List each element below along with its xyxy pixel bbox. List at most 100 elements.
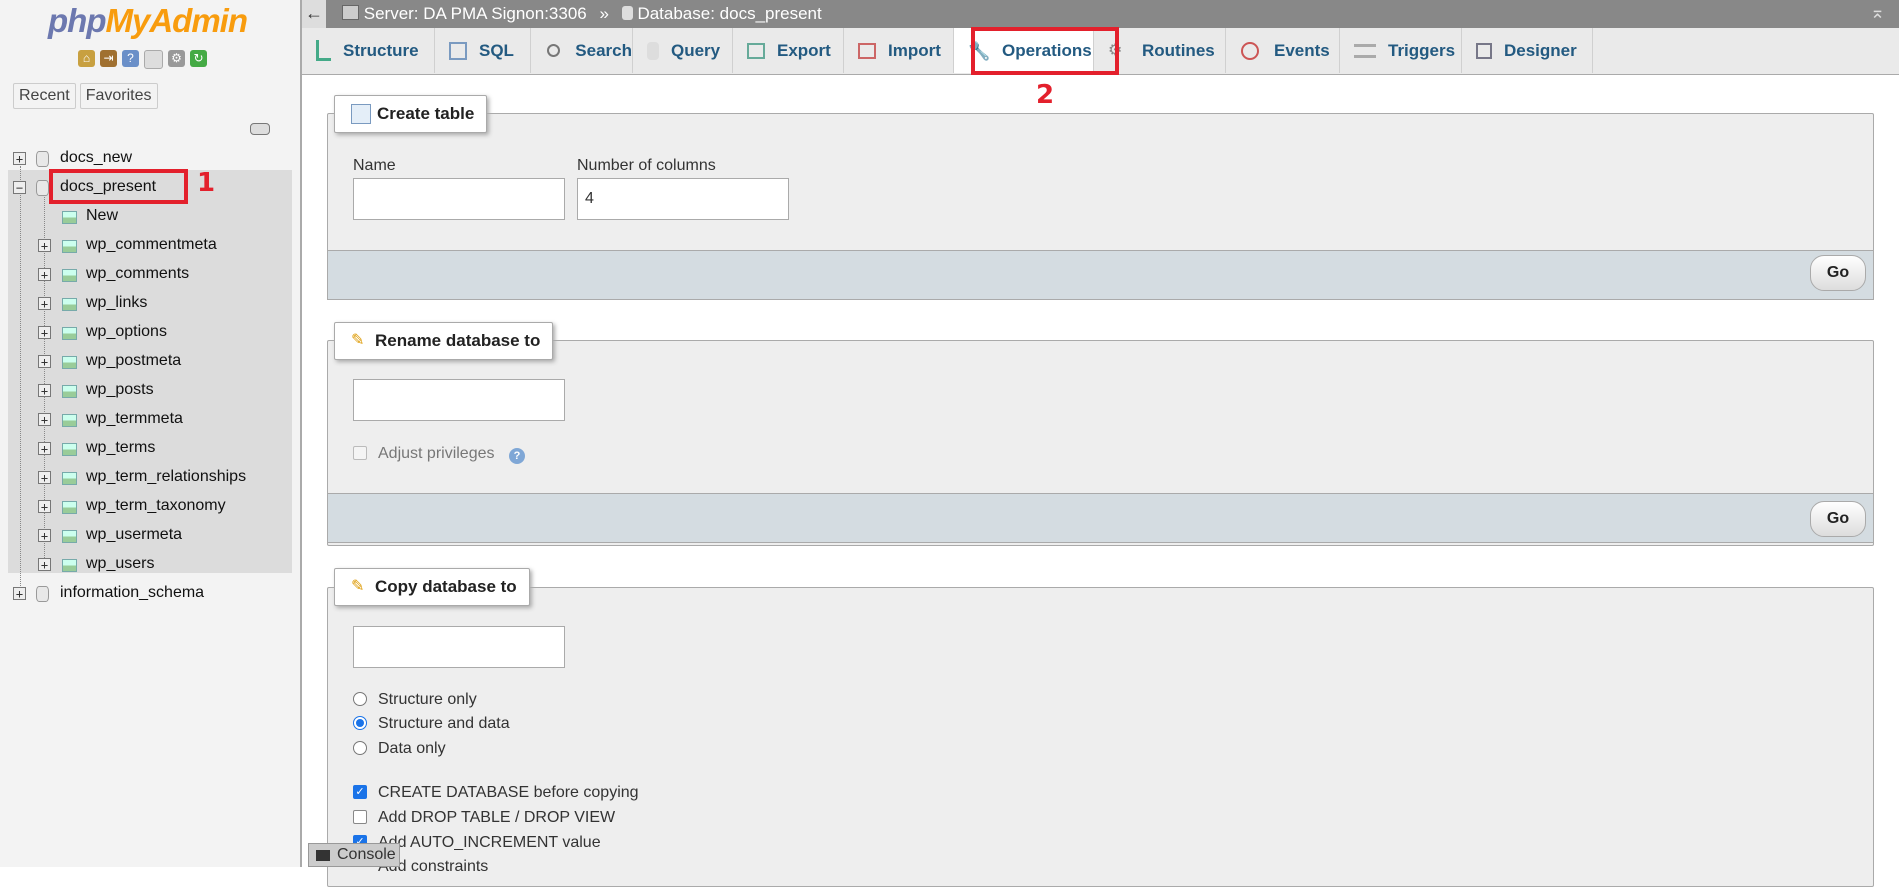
import-icon <box>858 42 876 59</box>
expand-icon[interactable]: + <box>38 326 51 339</box>
rename-db-go-button[interactable]: Go <box>1810 501 1866 537</box>
copy-db-input[interactable] <box>353 626 565 668</box>
tree-item-label[interactable]: wp_postmeta <box>86 352 181 370</box>
expand-icon[interactable]: + <box>38 384 51 397</box>
expand-icon[interactable]: + <box>38 442 51 455</box>
table-icon <box>62 443 77 456</box>
tree-table-item[interactable]: + wp_termmeta <box>0 406 300 434</box>
create-database-checkbox[interactable]: ✓ <box>353 785 367 799</box>
tree-item-label[interactable]: docs_new <box>60 149 132 167</box>
console-toggle[interactable]: Console <box>308 843 400 867</box>
tab-events[interactable]: Events <box>1226 28 1340 73</box>
collapse-icon[interactable]: − <box>13 181 26 194</box>
designer-icon <box>1476 42 1492 59</box>
breadcrumb-database[interactable]: Database: docs_present <box>637 4 821 23</box>
tree-table-item[interactable]: + wp_usermeta <box>0 522 300 550</box>
tree-item-label[interactable]: wp_commentmeta <box>86 236 217 254</box>
table-icon <box>62 559 77 572</box>
breadcrumb-separator: » <box>599 4 609 23</box>
pencil-icon: ✎ <box>351 578 365 595</box>
tree-table-item[interactable]: + wp_posts <box>0 377 300 405</box>
expand-icon[interactable]: + <box>38 500 51 513</box>
tree-db-item[interactable]: + information_schema <box>0 580 300 608</box>
tree-item-label[interactable]: wp_term_taxonomy <box>86 497 226 515</box>
search-icon <box>545 42 563 60</box>
tree-item-label[interactable]: wp_links <box>86 294 147 312</box>
tab-designer[interactable]: Designer <box>1462 28 1593 73</box>
tree-item-label[interactable]: wp_users <box>86 555 154 573</box>
favorites-tab[interactable]: Favorites <box>79 83 158 109</box>
tree-item-label[interactable]: wp_usermeta <box>86 526 182 544</box>
server-icon <box>342 5 359 20</box>
help-icon[interactable]: ? <box>122 50 139 67</box>
num-columns-input[interactable]: 4 <box>577 178 789 220</box>
tree-table-item[interactable]: + wp_commentmeta <box>0 232 300 260</box>
tree-new-item[interactable]: New <box>0 203 300 231</box>
collapse-sidebar-icon[interactable]: ← <box>302 0 326 28</box>
reload-icon[interactable]: ↻ <box>190 50 207 67</box>
create-table-legend: Create table <box>334 95 488 133</box>
expand-icon[interactable]: + <box>38 355 51 368</box>
expand-icon[interactable]: + <box>38 413 51 426</box>
collapse-topbar-icon[interactable]: ⌅ <box>1870 2 1885 23</box>
tree-item-label[interactable]: wp_options <box>86 323 167 341</box>
radio-structure-only[interactable] <box>353 692 367 706</box>
tree-table-item[interactable]: + wp_options <box>0 319 300 347</box>
tree-table-item[interactable]: + wp_users <box>0 551 300 579</box>
num-columns-label: Number of columns <box>577 157 716 174</box>
radio-data-only[interactable] <box>353 741 367 755</box>
breadcrumb: Server: DA PMA Signon:3306 » Database: d… <box>342 4 822 24</box>
adjust-privileges-help-icon[interactable]: ? <box>509 448 525 464</box>
expand-icon[interactable]: + <box>38 558 51 571</box>
create-table-go-button[interactable]: Go <box>1810 255 1866 291</box>
phpmyadmin-logo[interactable]: phpMyAdmin <box>48 2 248 40</box>
tab-import[interactable]: Import <box>844 28 954 73</box>
tree-table-item[interactable]: + wp_term_relationships <box>0 464 300 492</box>
tree-table-item[interactable]: + wp_comments <box>0 261 300 289</box>
tab-triggers[interactable]: Triggers <box>1340 28 1462 73</box>
tab-sql[interactable]: SQL <box>435 28 531 73</box>
tree-item-label[interactable]: New <box>86 207 118 225</box>
tree-table-item[interactable]: + wp_terms <box>0 435 300 463</box>
home-icon[interactable]: ⌂ <box>78 50 95 67</box>
add-auto-increment-label: Add AUTO_INCREMENT value <box>378 834 601 851</box>
tab-export[interactable]: Export <box>733 28 844 73</box>
expand-icon[interactable]: + <box>38 268 51 281</box>
tree-table-item[interactable]: + wp_term_taxonomy <box>0 493 300 521</box>
recent-tab[interactable]: Recent <box>13 83 76 109</box>
tree-item-label[interactable]: wp_term_relationships <box>86 468 246 486</box>
radio-structure-and-data[interactable] <box>353 716 367 730</box>
adjust-privileges-label: Adjust privileges <box>378 445 495 462</box>
expand-icon[interactable]: + <box>38 529 51 542</box>
clock-icon <box>1240 41 1262 60</box>
table-icon <box>62 356 77 369</box>
tab-query[interactable]: Query <box>633 28 733 73</box>
expand-icon[interactable]: + <box>38 471 51 484</box>
radio-structure-and-data-label: Structure and data <box>378 715 510 732</box>
tree-item-label[interactable]: wp_termmeta <box>86 410 183 428</box>
tab-structure[interactable]: Structure <box>302 28 435 73</box>
tree-table-item[interactable]: + wp_postmeta <box>0 348 300 376</box>
docs-icon[interactable] <box>144 50 163 69</box>
tab-search[interactable]: Search <box>531 28 633 73</box>
export-icon <box>747 42 765 59</box>
tree-item-label[interactable]: information_schema <box>60 584 204 602</box>
tree-table-item[interactable]: + wp_links <box>0 290 300 318</box>
tree-item-label[interactable]: wp_posts <box>86 381 154 399</box>
logout-icon[interactable]: ⇥ <box>100 50 117 67</box>
tree-item-label[interactable]: wp_comments <box>86 265 189 283</box>
sidebar-resizer[interactable] <box>300 0 302 867</box>
rename-db-input[interactable] <box>353 379 565 421</box>
expand-icon[interactable]: + <box>13 152 26 165</box>
link-with-main-panel-icon[interactable] <box>250 123 270 135</box>
database-icon <box>621 6 633 20</box>
adjust-privileges-checkbox[interactable] <box>353 446 367 460</box>
table-name-input[interactable] <box>353 178 565 220</box>
expand-icon[interactable]: + <box>38 297 51 310</box>
breadcrumb-server[interactable]: Server: DA PMA Signon:3306 <box>364 4 587 23</box>
expand-icon[interactable]: + <box>38 239 51 252</box>
add-drop-table-checkbox[interactable] <box>353 810 367 824</box>
tree-item-label[interactable]: wp_terms <box>86 439 155 457</box>
expand-icon[interactable]: + <box>13 587 26 600</box>
settings-icon[interactable]: ⚙ <box>168 50 185 67</box>
